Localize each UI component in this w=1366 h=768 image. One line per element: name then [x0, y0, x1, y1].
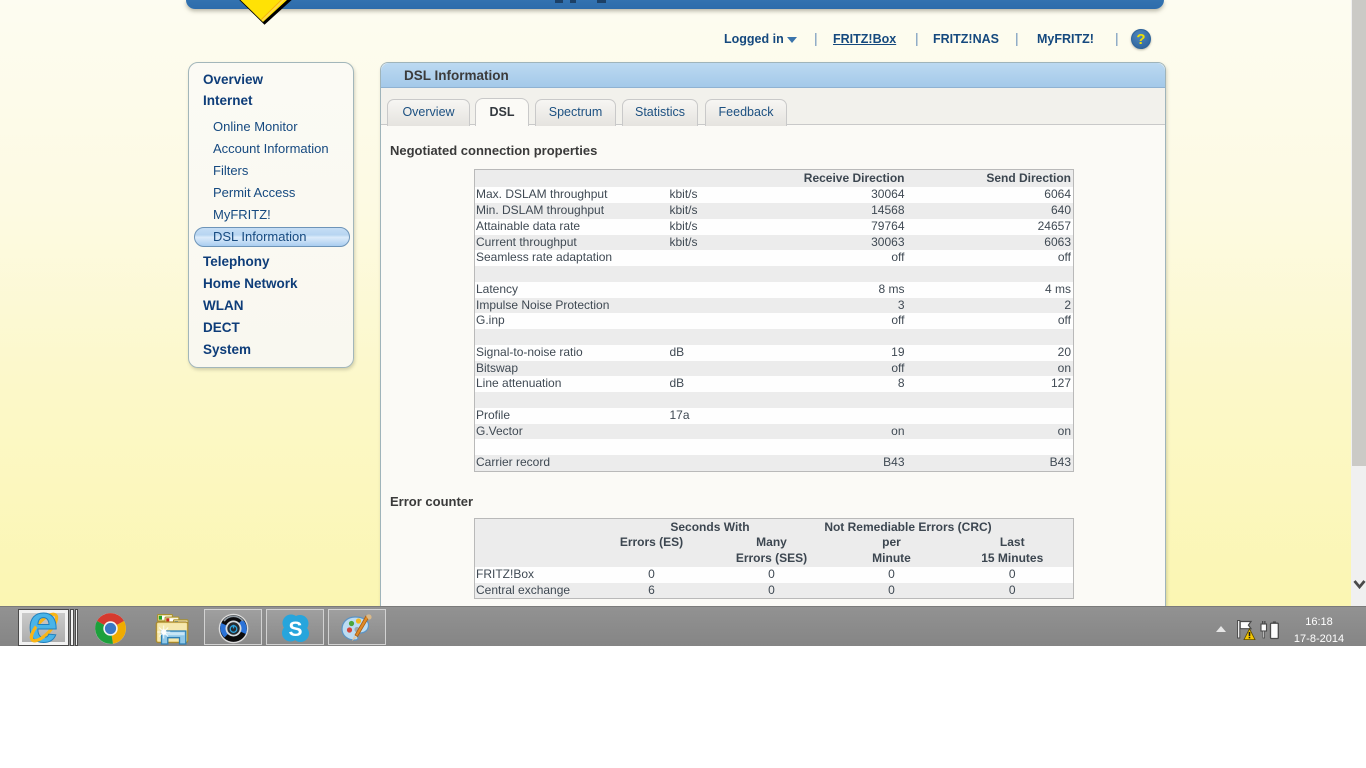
svg-text:S: S — [288, 618, 302, 641]
